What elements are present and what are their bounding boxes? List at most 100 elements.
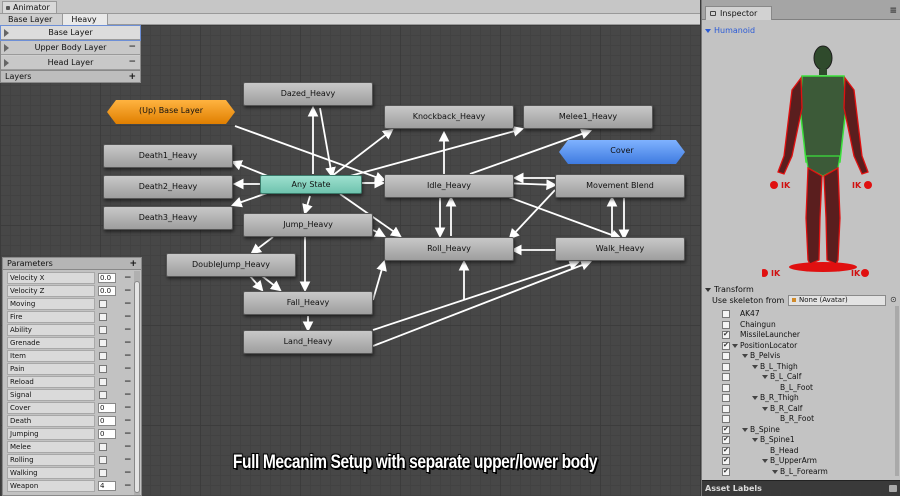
layer-base[interactable]: Base Layer	[0, 25, 141, 41]
add-parameter-button[interactable]: +	[129, 258, 137, 270]
parameter-row[interactable]: Death 0−	[3, 415, 133, 428]
parameter-name-field[interactable]: Weapon	[7, 480, 95, 492]
remove-parameter-button[interactable]: −	[124, 402, 132, 414]
ik-right-hand-marker[interactable]	[864, 181, 872, 189]
avatar-right-leg[interactable]	[823, 166, 841, 265]
bone-expand-arrow-icon[interactable]	[732, 343, 738, 348]
state-any-state[interactable]: Any State	[260, 175, 362, 194]
bone-row[interactable]: MissileLauncher	[722, 329, 892, 340]
remove-parameter-button[interactable]: −	[124, 337, 132, 349]
parameter-row[interactable]: Walking −	[3, 467, 133, 480]
parameter-row[interactable]: Grenade −	[3, 337, 133, 350]
remove-parameter-button[interactable]: −	[124, 415, 132, 427]
bone-expand-arrow-icon[interactable]	[752, 438, 758, 442]
parameter-bool-checkbox[interactable]	[99, 313, 107, 321]
remove-parameter-button[interactable]: −	[124, 272, 132, 284]
bone-mask-checkbox[interactable]	[722, 455, 730, 465]
parameter-bool-checkbox[interactable]	[99, 339, 107, 347]
bone-expand-arrow-icon[interactable]	[742, 354, 748, 358]
avatar-body-mask[interactable]: IK IK IK IK	[762, 38, 900, 282]
parameter-value-field[interactable]: 4	[98, 481, 116, 491]
parameter-name-field[interactable]: Reload	[7, 376, 95, 388]
avatar-left-arm[interactable]	[777, 76, 803, 175]
state-dazed-heavy[interactable]: Dazed_Heavy	[243, 82, 373, 106]
bone-row[interactable]: B_Spine	[722, 424, 892, 435]
bone-mask-checkbox[interactable]	[722, 362, 730, 371]
bone-row[interactable]: B_Head	[722, 445, 892, 456]
bone-expand-arrow-icon[interactable]	[762, 406, 768, 411]
state-doublejump-heavy[interactable]: DoubleJump_Heavy	[166, 253, 296, 277]
parameter-name-field[interactable]: Grenade	[7, 337, 95, 349]
parameter-bool-checkbox[interactable]	[99, 300, 107, 308]
parameter-row[interactable]: Pain −	[3, 363, 133, 376]
remove-layer-button[interactable]: −	[128, 56, 136, 69]
state-land-heavy[interactable]: Land_Heavy	[243, 330, 373, 354]
bone-expand-arrow-icon[interactable]	[742, 427, 748, 432]
parameter-name-field[interactable]: Moving	[7, 298, 95, 310]
bone-mask-checkbox[interactable]	[722, 415, 730, 423]
parameter-name-field[interactable]: Item	[7, 350, 95, 362]
tag-icon[interactable]	[889, 485, 897, 492]
parameter-name-field[interactable]: Signal	[7, 389, 95, 401]
remove-parameter-button[interactable]: −	[124, 363, 132, 375]
bone-mask-checkbox[interactable]	[722, 329, 730, 339]
bone-mask-checkbox[interactable]	[722, 310, 730, 318]
remove-parameter-button[interactable]: −	[124, 324, 132, 336]
parameter-row[interactable]: Velocity X 0.0−	[3, 272, 133, 285]
parameter-value-field[interactable]: 0.0	[98, 273, 116, 283]
bone-expand-arrow-icon[interactable]	[772, 469, 778, 474]
state-knockback-heavy[interactable]: Knockback_Heavy	[384, 105, 514, 129]
bone-row[interactable]: B_L_Foot	[722, 383, 892, 393]
bone-mask-checkbox[interactable]	[722, 404, 730, 413]
remove-parameter-button[interactable]: −	[124, 376, 132, 388]
remove-parameter-button[interactable]: −	[124, 428, 132, 440]
parameter-row[interactable]: Fire −	[3, 311, 133, 324]
remove-parameter-button[interactable]: −	[124, 285, 132, 297]
bone-mask-checkbox[interactable]	[722, 352, 730, 360]
state-death3-heavy[interactable]: Death3_Heavy	[103, 206, 233, 230]
inspector-scrollbar[interactable]	[895, 306, 899, 476]
state-walk-heavy[interactable]: Walk_Heavy	[555, 237, 685, 261]
bone-row[interactable]: B_R_Thigh	[722, 393, 892, 403]
bone-expand-arrow-icon[interactable]	[762, 459, 768, 463]
state-death2-heavy[interactable]: Death2_Heavy	[103, 175, 233, 199]
bone-row[interactable]: B_UpperArm	[722, 455, 892, 466]
bone-row[interactable]: AK47	[722, 309, 892, 319]
ik-left-foot-marker[interactable]	[762, 269, 768, 277]
layer-head[interactable]: Head Layer −	[1, 56, 140, 70]
parameter-value-field[interactable]: 0	[98, 416, 116, 426]
bone-row[interactable]: B_R_Calf	[722, 404, 892, 414]
state-melee1-heavy[interactable]: Melee1_Heavy	[523, 105, 653, 129]
parameter-bool-checkbox[interactable]	[99, 469, 107, 477]
menu-icon[interactable]: ≡	[889, 6, 897, 16]
avatar-left-leg[interactable]	[805, 166, 823, 265]
remove-parameter-button[interactable]: −	[124, 454, 132, 466]
parameter-row[interactable]: Reload −	[3, 376, 133, 389]
parameter-value-field[interactable]: 0	[98, 403, 116, 413]
add-layer-button[interactable]: +	[128, 71, 136, 83]
object-picker-icon[interactable]: ⊙	[890, 295, 898, 305]
parameter-name-field[interactable]: Velocity Z	[7, 285, 95, 297]
bone-mask-checkbox[interactable]	[722, 445, 730, 455]
parameter-row[interactable]: Item −	[3, 350, 133, 363]
bone-mask-checkbox[interactable]	[722, 394, 730, 402]
bone-mask-checkbox[interactable]	[722, 434, 730, 444]
bone-row[interactable]: PositionLocator	[722, 340, 892, 351]
parameter-name-field[interactable]: Ability	[7, 324, 95, 336]
remove-parameter-button[interactable]: −	[124, 298, 132, 310]
parameter-name-field[interactable]: Death	[7, 415, 95, 427]
parameter-row[interactable]: Ability −	[3, 324, 133, 337]
state-fall-heavy[interactable]: Fall_Heavy	[243, 291, 373, 315]
layer-upper-body[interactable]: Upper Body Layer −	[1, 41, 140, 55]
parameters-scrollbar[interactable]	[134, 271, 140, 495]
expand-arrow-icon[interactable]	[4, 44, 9, 52]
remove-parameter-button[interactable]: −	[124, 441, 132, 453]
skeleton-object-field[interactable]: None (Avatar)	[788, 295, 886, 306]
parameter-bool-checkbox[interactable]	[99, 326, 107, 334]
bone-mask-checkbox[interactable]	[722, 340, 730, 350]
scrollbar-thumb[interactable]	[134, 281, 140, 493]
parameter-value-field[interactable]: 0.0	[98, 286, 116, 296]
parameter-row[interactable]: Signal −	[3, 389, 133, 402]
parameter-row[interactable]: Weapon 4−	[3, 480, 133, 493]
parameter-bool-checkbox[interactable]	[99, 456, 107, 464]
